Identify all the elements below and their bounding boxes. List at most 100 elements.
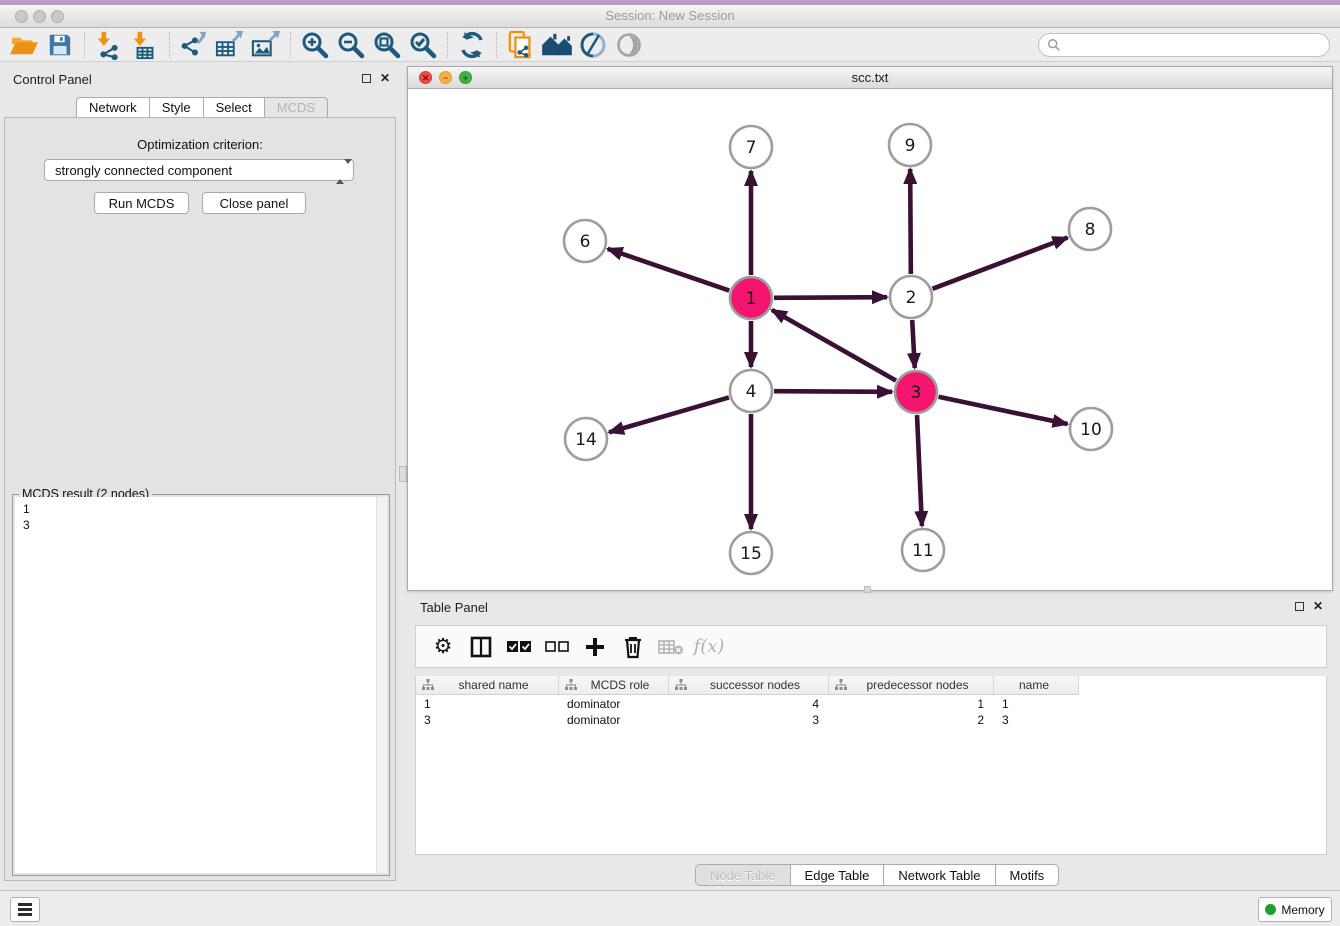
export-image-icon[interactable] [248,29,284,61]
open-session-icon[interactable] [6,29,42,61]
zoom-in-icon[interactable] [297,29,333,61]
graph-node-label: 14 [575,430,597,450]
memory-button[interactable]: Memory [1258,897,1332,922]
close-panel-icon[interactable]: ✕ [380,73,390,84]
graph-node-label: 10 [1080,420,1102,440]
zoom-out-icon[interactable] [333,29,369,61]
result-line: 3 [23,517,379,533]
tab-node-table[interactable]: Node Table [696,865,791,885]
edge-3-10[interactable] [939,397,1068,424]
save-session-icon[interactable] [42,29,78,61]
search-field[interactable] [1038,33,1330,57]
unselect-all-columns-icon[interactable] [538,629,576,665]
cell-mcds-role[interactable]: dominator [559,696,669,712]
tab-edge-table[interactable]: Edge Table [791,865,885,885]
cell-shared-name[interactable]: 1 [416,696,559,712]
delete-column-icon[interactable] [614,629,652,665]
network-window-titlebar[interactable]: ✕ − + scc.txt [408,67,1332,89]
column-type-icon [675,679,687,691]
tab-motifs[interactable]: Motifs [996,865,1059,885]
cell-shared-name[interactable]: 3 [416,712,559,728]
app-titlebar: Session: New Session [0,5,1340,28]
canvas-resize-grip[interactable] [864,586,871,593]
cell-successor-nodes[interactable]: 4 [669,696,829,712]
float-panel-icon[interactable] [362,74,371,83]
import-table-icon[interactable] [127,29,163,61]
criterion-dropdown[interactable]: strongly connected component [44,159,354,181]
vizmap-disabled-icon[interactable] [575,29,611,61]
tab-network[interactable]: Network [76,97,149,118]
clone-network-icon[interactable] [503,29,539,61]
search-input[interactable] [1061,38,1311,52]
table-row[interactable]: 1 dominator 4 1 1 [416,696,1079,712]
delete-table-disabled-icon [652,629,690,665]
cell-name[interactable]: 3 [994,712,1079,728]
network-window-title: scc.txt [408,70,1332,85]
cell-predecessor-nodes[interactable]: 2 [829,712,994,728]
apply-layout-icon[interactable] [454,29,490,61]
table-header-row: shared name MCDS role successor nodes pr… [416,676,1079,695]
export-table-icon[interactable] [212,29,248,61]
app-title: Session: New Session [0,8,1340,23]
run-mcds-button[interactable]: Run MCDS [94,192,189,214]
float-table-panel-icon[interactable] [1295,602,1304,611]
column-header-predecessor-nodes[interactable]: predecessor nodes [829,676,994,694]
control-panel-title: Control Panel [13,72,92,87]
mcds-result-group: MCDS result (2 nodes) 1 3 [12,494,390,876]
tab-select[interactable]: Select [203,97,264,118]
criterion-value: strongly connected component [55,163,232,178]
edge-4-3[interactable] [774,391,892,392]
column-header-name[interactable]: name [994,676,1079,694]
zoom-fit-icon[interactable] [369,29,405,61]
node-table[interactable]: shared name MCDS role successor nodes pr… [415,676,1327,855]
panel-splitter-handle[interactable] [399,466,407,482]
table-settings-gear-icon[interactable]: ⚙ [424,629,462,665]
mcds-result-list[interactable]: 1 3 [15,497,387,873]
table-toolbar: ⚙ f(x) [415,625,1327,668]
edge-2-8[interactable] [933,238,1068,289]
edge-3-11[interactable] [917,415,922,526]
graph-node-label: 6 [580,232,591,252]
graph-node-label: 8 [1085,220,1096,240]
cell-successor-nodes[interactable]: 3 [669,712,829,728]
column-header-shared-name[interactable]: shared name [416,676,559,694]
task-history-button[interactable] [10,897,40,922]
column-type-icon [565,679,577,691]
table-panel-header: Table Panel ✕ [407,596,1333,620]
toolbar-separator [496,32,497,58]
table-row[interactable]: 3 dominator 3 2 3 [416,712,1079,728]
edge-4-14[interactable] [609,397,729,432]
search-icon [1047,38,1061,52]
tab-network-table[interactable]: Network Table [884,865,995,885]
edge-1-6[interactable] [608,249,730,291]
edge-2-9[interactable] [910,169,911,274]
select-columns-icon[interactable] [462,629,500,665]
select-all-columns-icon[interactable] [500,629,538,665]
status-bar: Memory [0,890,1340,926]
edge-3-1[interactable] [772,310,896,381]
column-header-mcds-role[interactable]: MCDS role [559,676,669,694]
edge-2-3[interactable] [912,320,915,368]
cyndex-home-icon[interactable] [539,29,575,61]
close-table-panel-icon[interactable]: ✕ [1313,601,1323,612]
edge-1-2[interactable] [774,297,887,298]
column-header-successor-nodes[interactable]: successor nodes [669,676,829,694]
result-scrollbar[interactable] [376,497,387,873]
export-network-icon[interactable] [176,29,212,61]
import-network-icon[interactable] [91,29,127,61]
graph-node-label: 2 [906,288,917,308]
zoom-selected-icon[interactable] [405,29,441,61]
graph-node-label: 3 [911,383,922,403]
close-panel-button[interactable]: Close panel [202,192,306,214]
hide-disabled-icon[interactable] [611,29,647,61]
cell-mcds-role[interactable]: dominator [559,712,669,728]
graph-node-label: 7 [746,138,757,158]
function-builder-disabled-icon: f(x) [690,629,728,665]
tab-style[interactable]: Style [149,97,203,118]
column-type-icon [422,679,434,691]
network-canvas[interactable]: 7968124314101511 [408,89,1332,590]
create-column-icon[interactable] [576,629,614,665]
cell-name[interactable]: 1 [994,696,1079,712]
tab-mcds[interactable]: MCDS [264,97,328,118]
cell-predecessor-nodes[interactable]: 1 [829,696,994,712]
